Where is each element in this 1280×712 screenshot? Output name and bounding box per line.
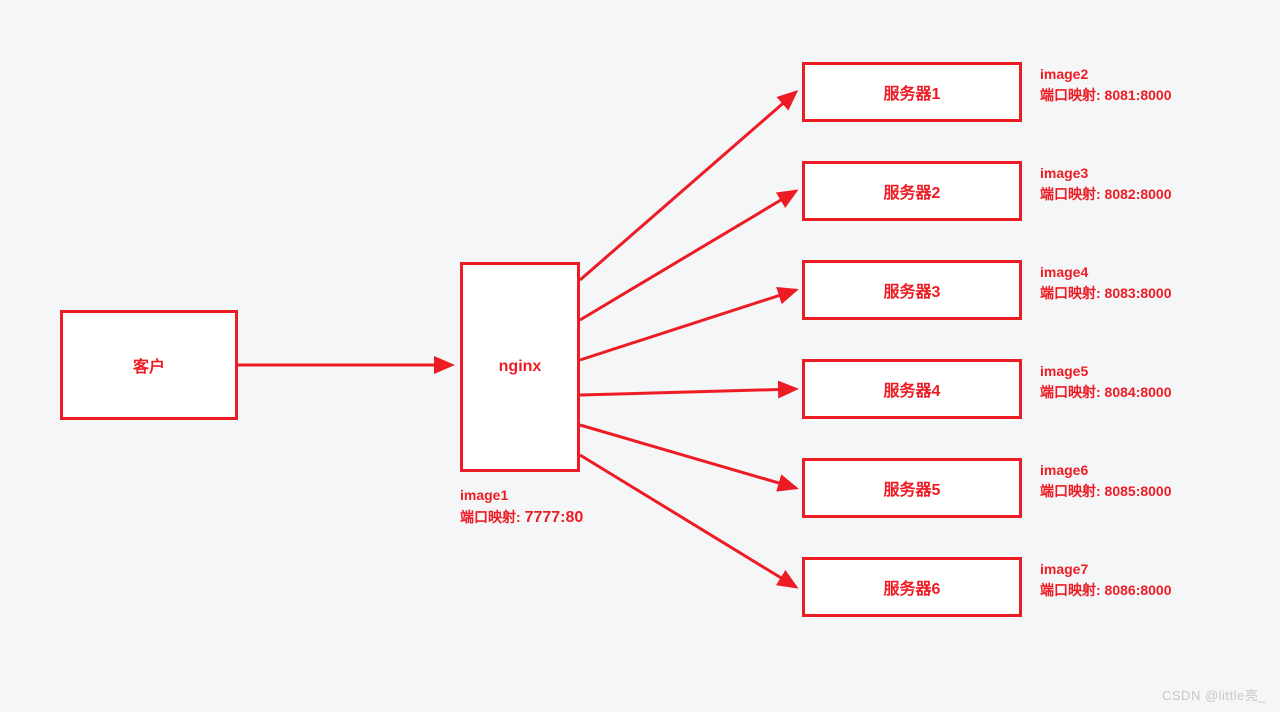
server-port-mapping: 端口映射: 8081:8000 [1040,85,1172,106]
server-image-name: image4 [1040,262,1172,283]
server-image-name: image7 [1040,559,1172,580]
server-caption-5: image6 端口映射: 8085:8000 [1040,460,1172,502]
client-label: 客户 [133,353,165,377]
client-box: 客户 [60,310,238,420]
server-box-4: 服务器4 [802,359,1022,419]
nginx-port-prefix: 端口映射: [460,509,525,525]
nginx-box: nginx [460,262,580,472]
server-label: 服务器3 [884,278,941,302]
server-caption-1: image2 端口映射: 8081:8000 [1040,64,1172,106]
server-box-5: 服务器5 [802,458,1022,518]
nginx-caption: image1 端口映射: 7777:80 [460,485,583,530]
server-caption-4: image5 端口映射: 8084:8000 [1040,361,1172,403]
nginx-label-text: nginx [499,358,542,376]
server-box-2: 服务器2 [802,161,1022,221]
server-port-mapping: 端口映射: 8086:8000 [1040,580,1172,601]
arrow-nginx-to-server-3 [580,290,796,360]
arrow-nginx-to-server-1 [580,92,796,280]
nginx-port: 7777:80 [525,509,584,526]
arrow-nginx-to-server-4 [580,389,796,395]
server-box-3: 服务器3 [802,260,1022,320]
watermark: CSDN @little亮_ [1162,685,1266,704]
server-caption-3: image4 端口映射: 8083:8000 [1040,262,1172,304]
server-box-6: 服务器6 [802,557,1022,617]
server-label: 服务器4 [884,377,941,401]
server-label: 服务器6 [884,575,941,599]
server-label: 服务器2 [884,179,941,203]
nginx-image-name: image1 [460,485,583,506]
server-label: 服务器1 [884,80,941,104]
server-image-name: image3 [1040,163,1172,184]
arrow-nginx-to-server-6 [580,455,796,587]
server-image-name: image6 [1040,460,1172,481]
server-port-mapping: 端口映射: 8083:8000 [1040,283,1172,304]
arrow-nginx-to-server-5 [580,425,796,488]
server-image-name: image2 [1040,64,1172,85]
server-image-name: image5 [1040,361,1172,382]
server-port-mapping: 端口映射: 8084:8000 [1040,382,1172,403]
server-caption-6: image7 端口映射: 8086:8000 [1040,559,1172,601]
server-label: 服务器5 [884,476,941,500]
arrow-nginx-to-server-2 [580,191,796,320]
server-port-mapping: 端口映射: 8082:8000 [1040,184,1172,205]
server-caption-2: image3 端口映射: 8082:8000 [1040,163,1172,205]
server-port-mapping: 端口映射: 8085:8000 [1040,481,1172,502]
server-box-1: 服务器1 [802,62,1022,122]
